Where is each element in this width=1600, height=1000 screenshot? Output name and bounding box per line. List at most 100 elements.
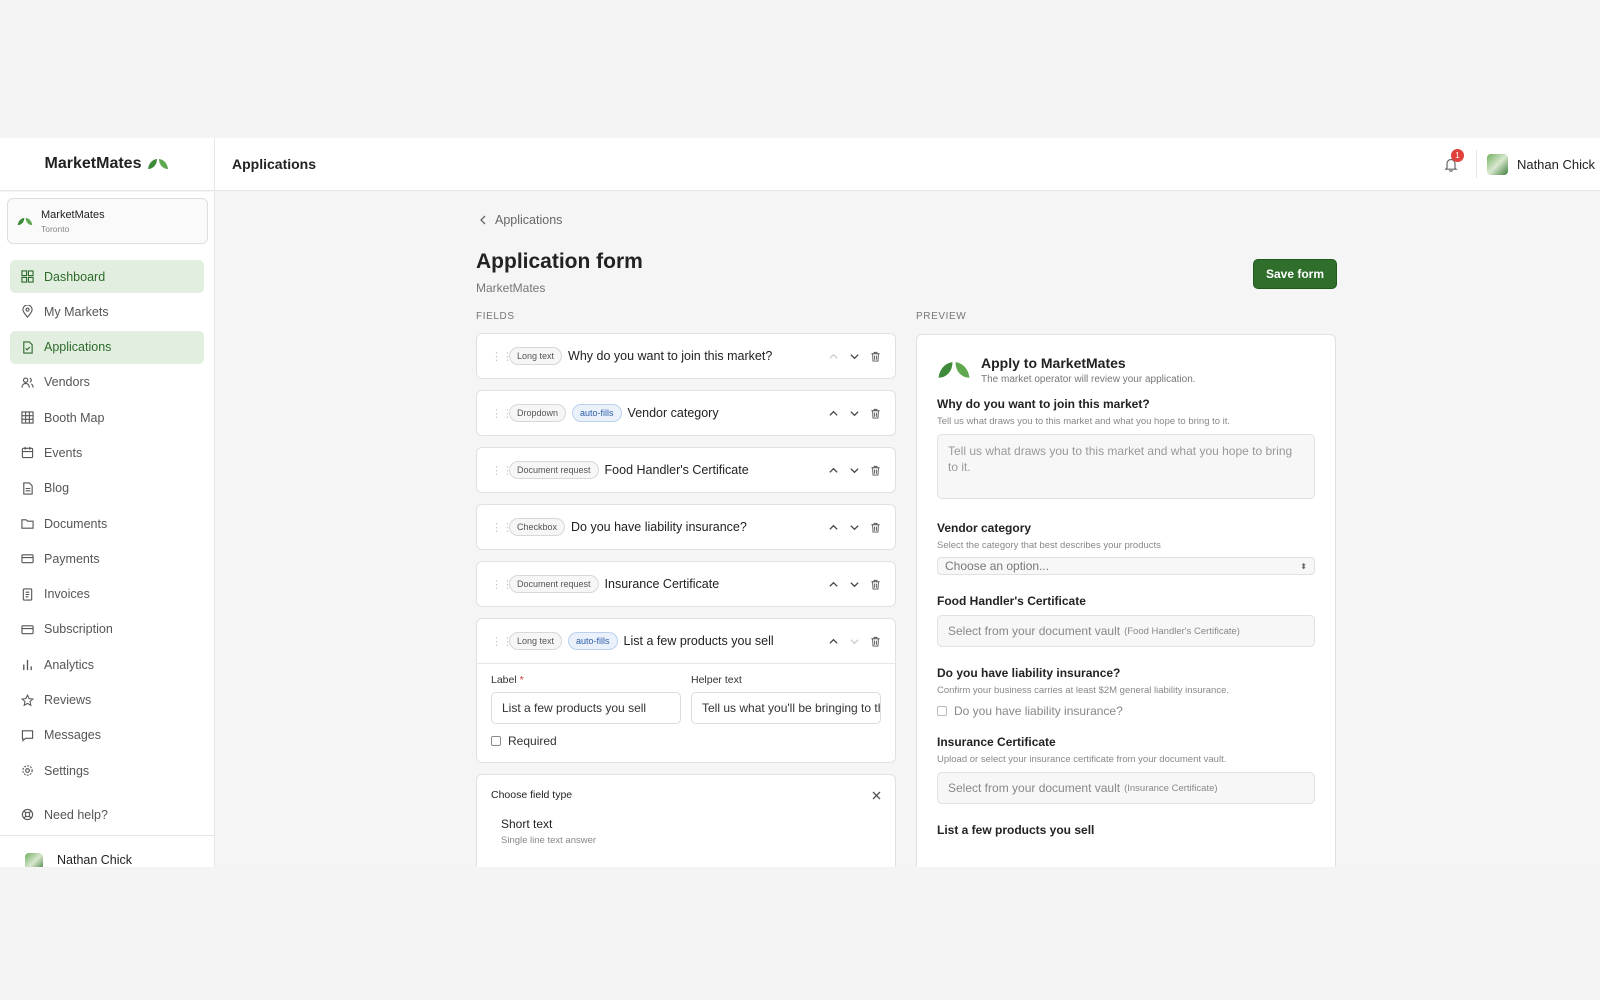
field-row[interactable]: ⋮⋮ Long text auto-fills List a few produ… <box>477 619 895 664</box>
notifications-button[interactable]: 1 <box>1436 149 1466 179</box>
chevron-up-icon[interactable] <box>828 636 839 647</box>
field-row[interactable]: ⋮⋮ Checkbox Do you have liability insura… <box>476 504 896 550</box>
close-icon[interactable] <box>872 791 881 800</box>
document-icon <box>23 482 33 495</box>
answer-textarea[interactable]: Tell us what draws you to this market an… <box>937 434 1315 499</box>
chevron-down-icon[interactable] <box>849 522 860 533</box>
chevron-up-icon[interactable] <box>828 351 839 362</box>
card-icon <box>21 554 34 564</box>
drag-handle-icon[interactable]: ⋮⋮ <box>491 578 513 591</box>
field-row[interactable]: ⋮⋮ Long text Why do you want to join thi… <box>476 333 896 379</box>
trash-icon[interactable] <box>870 636 881 647</box>
sidebar-item-my-markets[interactable]: My Markets <box>10 295 204 328</box>
map-pin-icon <box>22 305 33 319</box>
sidebar-item-invoices[interactable]: Invoices <box>10 578 204 611</box>
message-icon <box>21 730 34 742</box>
breadcrumb-link[interactable]: Applications <box>495 213 562 227</box>
notification-count-badge: 1 <box>1450 149 1464 162</box>
question-label: Why do you want to join this market? <box>937 397 1150 411</box>
label-input[interactable]: List a few products you sell <box>491 692 681 724</box>
label-field-title: Label * <box>491 674 524 686</box>
user-menu[interactable]: Nathan Chick <box>1486 153 1600 175</box>
org-switcher[interactable]: MarketMates Toronto <box>7 198 208 244</box>
chevron-down-icon[interactable] <box>849 465 860 476</box>
drag-handle-icon[interactable]: ⋮⋮ <box>491 635 513 648</box>
chevron-up-icon[interactable] <box>828 522 839 533</box>
sidebar-item-documents[interactable]: Documents <box>10 507 204 540</box>
save-form-button[interactable]: Save form <box>1253 259 1337 289</box>
user-name: Nathan Chick <box>1516 156 1595 172</box>
gear-icon <box>22 765 33 776</box>
field-name: List a few products you sell <box>623 634 774 648</box>
chevron-down-icon[interactable] <box>849 351 860 362</box>
sidebar-item-reviews[interactable]: Reviews <box>10 684 204 717</box>
field-type-tag: Checkbox <box>509 518 566 536</box>
drag-handle-icon[interactable]: ⋮⋮ <box>491 521 513 534</box>
help-link[interactable]: Need help? <box>10 798 204 831</box>
field-type-option[interactable]: Short text Single line text answer <box>491 817 881 846</box>
document-vault-select[interactable]: Select from your document vault (Food Ha… <box>937 615 1315 647</box>
users-icon <box>21 377 34 388</box>
field-row[interactable]: ⋮⋮ Dropdown auto-fills Vendor category <box>476 390 896 436</box>
helper-text-input[interactable]: Tell us what you'll be bringing to the m… <box>691 692 881 724</box>
sidebar-item-applications[interactable]: Applications <box>10 330 204 364</box>
trash-icon[interactable] <box>870 579 881 590</box>
question-label: Do you have liability insurance? <box>937 666 1121 680</box>
field-name: Vendor category <box>627 406 719 420</box>
grid-icon <box>21 411 34 424</box>
breadcrumb[interactable]: Applications <box>479 213 562 227</box>
required-checkbox[interactable]: Required <box>491 734 881 748</box>
sidebar-item-booth-map[interactable]: Booth Map <box>10 401 204 434</box>
drag-handle-icon[interactable]: ⋮⋮ <box>491 350 513 363</box>
chevron-down-icon[interactable] <box>849 636 860 647</box>
document-vault-select[interactable]: Select from your document vault (Insuran… <box>937 772 1315 804</box>
sidebar-item-label: Documents <box>44 516 108 531</box>
chevron-down-icon[interactable] <box>849 579 860 590</box>
question-help: Upload or select your insurance certific… <box>937 754 1227 765</box>
trash-icon[interactable] <box>870 522 881 533</box>
sidebar-user[interactable]: Nathan Chick <box>0 835 215 867</box>
chevron-up-icon[interactable] <box>828 579 839 590</box>
question-label: Food Handler's Certificate <box>937 594 1086 608</box>
checkbox-label: Do you have liability insurance? <box>954 704 1123 718</box>
vault-note: (Food Handler's Certificate) <box>1124 625 1240 637</box>
chevron-up-icon[interactable] <box>828 408 839 419</box>
field-row[interactable]: ⋮⋮ Document request Insurance Certificat… <box>476 561 896 607</box>
sidebar-item-messages[interactable]: Messages <box>10 719 204 752</box>
option-description: Single line text answer <box>501 835 597 846</box>
sidebar-item-events[interactable]: Events <box>10 436 204 469</box>
field-row[interactable]: ⋮⋮ Document request Food Handler's Certi… <box>476 447 896 493</box>
sidebar-item-dashboard[interactable]: Dashboard <box>10 260 204 293</box>
sidebar-item-payments[interactable]: Payments <box>10 542 204 575</box>
chevron-down-icon[interactable] <box>849 408 860 419</box>
trash-icon[interactable] <box>870 351 881 362</box>
sidebar-user-name: Nathan Chick <box>57 853 133 867</box>
brand-logo[interactable]: MarketMates <box>0 138 215 191</box>
sidebar-item-label: Blog <box>44 481 70 496</box>
sidebar-item-label: Invoices <box>44 587 90 602</box>
trash-icon[interactable] <box>870 408 881 419</box>
lifebuoy-icon <box>21 808 34 821</box>
sidebar-item-vendors[interactable]: Vendors <box>10 366 204 399</box>
drag-handle-icon[interactable]: ⋮⋮ <box>491 407 513 420</box>
sidebar-item-label: Reviews <box>44 693 92 708</box>
checkbox[interactable] <box>491 736 501 746</box>
liability-checkbox[interactable]: Do you have liability insurance? <box>937 704 1315 718</box>
sidebar-item-blog[interactable]: Blog <box>10 472 204 505</box>
drag-handle-icon[interactable]: ⋮⋮ <box>491 464 513 477</box>
chevron-up-icon[interactable] <box>828 465 839 476</box>
autofill-badge: auto-fills <box>572 404 622 422</box>
sidebar-item-settings[interactable]: Settings <box>10 754 204 787</box>
checkbox[interactable] <box>937 706 947 716</box>
required-label: Required <box>508 734 557 748</box>
sidebar-item-subscription[interactable]: Subscription <box>10 613 204 646</box>
sidebar-item-label: Dashboard <box>44 269 106 284</box>
select-value: Choose an option... <box>945 559 1050 573</box>
chooser-title: Choose field type <box>491 789 573 801</box>
preview-title: Apply to MarketMates <box>981 355 1126 371</box>
trash-icon[interactable] <box>870 465 881 476</box>
page-heading: Applications <box>232 156 317 172</box>
sidebar-item-analytics[interactable]: Analytics <box>10 648 204 681</box>
vendor-category-select[interactable]: Choose an option... ⬍ <box>937 557 1315 575</box>
sidebar-item-label: Messages <box>44 728 101 743</box>
